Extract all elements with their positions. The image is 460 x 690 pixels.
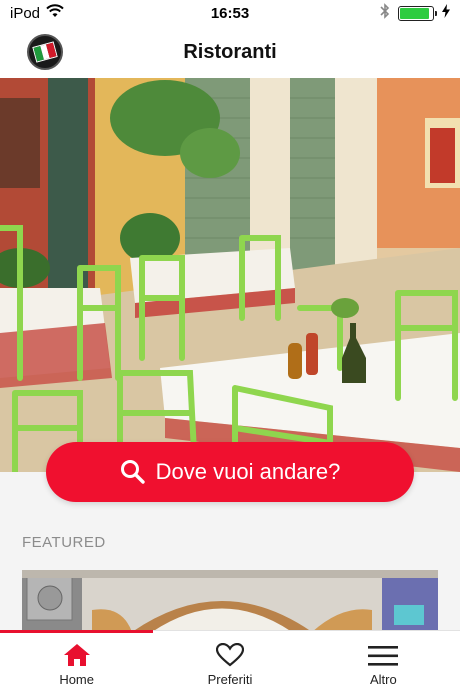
charging-icon — [442, 4, 450, 22]
search-button[interactable]: Dove vuoi andare? — [46, 442, 414, 502]
tab-bar: Home Preferiti Altro — [0, 630, 460, 690]
nav-header: Ristoranti — [0, 26, 460, 78]
tab-altro-label: Altro — [369, 672, 397, 687]
heart-icon — [215, 643, 244, 667]
app-logo[interactable] — [27, 34, 63, 70]
home-icon — [63, 643, 91, 667]
tab-altro[interactable]: Altro — [307, 631, 460, 690]
battery-level — [400, 7, 429, 19]
tab-home[interactable]: Home — [0, 631, 153, 690]
battery-icon — [398, 5, 437, 21]
search-icon — [120, 459, 146, 485]
tab-preferiti[interactable]: Preferiti — [153, 631, 306, 690]
hero-image — [0, 78, 460, 472]
wifi-icon — [46, 4, 64, 22]
menu-icon — [368, 645, 399, 667]
featured-label: FEATURED — [22, 534, 106, 551]
clock: 16:53 — [210, 4, 250, 22]
search-button-label: Dove vuoi andare? — [155, 459, 341, 484]
italian-flag-icon — [32, 41, 58, 63]
page-title: Ristoranti — [183, 40, 277, 63]
bluetooth-icon — [380, 3, 390, 23]
status-bar: iPod 16:53 — [0, 0, 460, 26]
carrier-label: iPod — [10, 4, 41, 22]
status-right — [300, 3, 450, 23]
status-left: iPod — [10, 4, 160, 22]
active-tab-indicator — [0, 630, 153, 633]
featured-card[interactable] — [22, 570, 438, 632]
tab-preferiti-label: Preferiti — [207, 672, 253, 687]
tab-home-label: Home — [59, 672, 94, 687]
